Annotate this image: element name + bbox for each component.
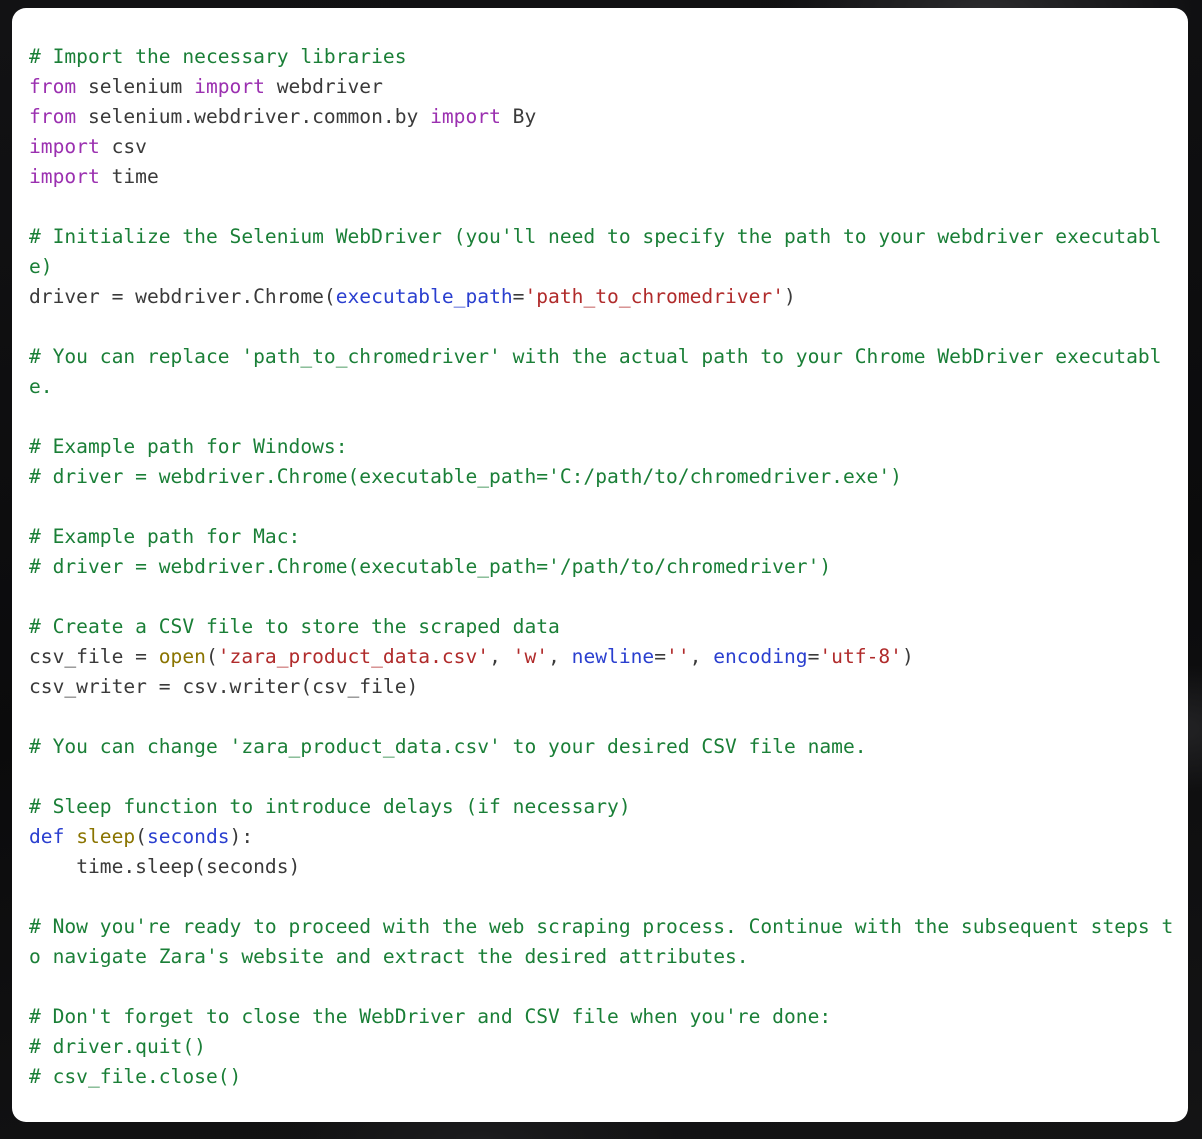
code-token-plain: selenium.webdriver.common.by (76, 105, 431, 128)
code-token-plain: = (654, 645, 667, 668)
code-line: # Example path for Mac: (29, 525, 300, 548)
code-token-plain: , (489, 645, 513, 668)
code-line: # Now you're ready to proceed with the w… (29, 915, 1173, 968)
code-token-keyword: from (29, 105, 77, 128)
code-token-kwarg: newline (571, 645, 655, 668)
code-token-plain: driver = webdriver.Chrome( (29, 285, 336, 308)
code-line: import csv (29, 135, 147, 158)
code-line: driver = webdriver.Chrome(executable_pat… (29, 285, 796, 308)
code-token-plain: ( (205, 645, 218, 668)
code-line: # Import the necessary libraries (29, 45, 407, 68)
code-token-plain: csv_writer = csv.writer(csv_file) (29, 675, 419, 698)
code-token-string: 'zara_product_data.csv' (217, 645, 490, 668)
code-token-keyword: import (194, 75, 265, 98)
code-token-comment: # driver.quit() (29, 1035, 206, 1058)
code-token-plain: time.sleep(seconds) (29, 855, 301, 878)
code-token-comment: # Import the necessary libraries (29, 45, 407, 68)
code-token-comment: # Example path for Windows: (29, 435, 348, 458)
code-token-plain: = (807, 645, 820, 668)
code-token-plain: = (512, 285, 525, 308)
code-token-string: 'utf-8' (819, 645, 902, 668)
code-line: # driver.quit() (29, 1035, 206, 1058)
code-line: from selenium.webdriver.common.by import… (29, 105, 536, 128)
code-token-plain: , (548, 645, 572, 668)
code-token-keyword: from (29, 75, 77, 98)
code-token-plain: csv_file = (29, 645, 159, 668)
code-token-plain: By (500, 105, 537, 128)
code-token-keyword: import (430, 105, 501, 128)
code-token-string: '' (666, 645, 690, 668)
code-line: csv_file = open('zara_product_data.csv',… (29, 645, 914, 668)
code-token-plain: csv (99, 135, 147, 158)
code-token-comment: # You can replace 'path_to_chromedriver'… (29, 345, 1162, 398)
code-token-kwarg: encoding (713, 645, 808, 668)
code-token-builtin: open (158, 645, 206, 668)
code-line: csv_writer = csv.writer(csv_file) (29, 675, 418, 698)
code-token-plain: ) (901, 645, 914, 668)
code-line: time.sleep(seconds) (29, 855, 300, 878)
code-line: # Example path for Windows: (29, 435, 348, 458)
code-line: import time (29, 165, 159, 188)
code-token-keyword: import (29, 135, 100, 158)
code-token-kwarg: executable_path (335, 285, 513, 308)
code-token-comment: # csv_file.close() (29, 1065, 242, 1088)
code-token-comment: # Example path for Mac: (29, 525, 301, 548)
code-line: # driver = webdriver.Chrome(executable_p… (29, 465, 902, 488)
code-token-string: 'path_to_chromedriver' (524, 285, 784, 308)
code-token-comment: # Create a CSV file to store the scraped… (29, 615, 560, 638)
code-token-comment: # You can change 'zara_product_data.csv'… (29, 735, 867, 758)
code-token-comment: # Don't forget to close the WebDriver an… (29, 1005, 832, 1028)
code-token-plain: webdriver (264, 75, 383, 98)
code-line: # Don't forget to close the WebDriver an… (29, 1005, 831, 1028)
code-line: # Sleep function to introduce delays (if… (29, 795, 631, 818)
code-token-plain: time (99, 165, 159, 188)
code-token-comment: # driver = webdriver.Chrome(executable_p… (29, 555, 832, 578)
code-token-comment: # Now you're ready to proceed with the w… (29, 915, 1174, 968)
code-token-plain: ) (784, 285, 796, 308)
code-line: # driver = webdriver.Chrome(executable_p… (29, 555, 831, 578)
code-token-string: 'w' (512, 645, 549, 668)
code-line: # You can replace 'path_to_chromedriver'… (29, 345, 1161, 398)
code-token-comment: # Sleep function to introduce delays (if… (29, 795, 631, 818)
code-token-comment: # driver = webdriver.Chrome(executable_p… (29, 465, 902, 488)
code-token-defkw: def (29, 825, 65, 848)
code-line: # Create a CSV file to store the scraped… (29, 615, 560, 638)
code-line: # You can change 'zara_product_data.csv'… (29, 735, 867, 758)
code-token-func: sleep (76, 825, 136, 848)
python-code-block[interactable]: # Import the necessary libraries from se… (29, 42, 1180, 1092)
code-token-plain: , (689, 645, 714, 668)
code-token-param: seconds (146, 825, 230, 848)
code-card: # Import the necessary libraries from se… (12, 8, 1188, 1122)
code-line: # Initialize the Selenium WebDriver (you… (29, 225, 1161, 278)
code-token-comment: # Initialize the Selenium WebDriver (you… (29, 225, 1162, 278)
code-line: def sleep(seconds): (29, 825, 253, 848)
code-token-keyword: import (29, 165, 100, 188)
code-token-plain: ): (229, 825, 254, 848)
code-line: from selenium import webdriver (29, 75, 383, 98)
code-token-plain: selenium (76, 75, 195, 98)
code-token-plain: ( (135, 825, 147, 848)
code-line: # csv_file.close() (29, 1065, 241, 1088)
